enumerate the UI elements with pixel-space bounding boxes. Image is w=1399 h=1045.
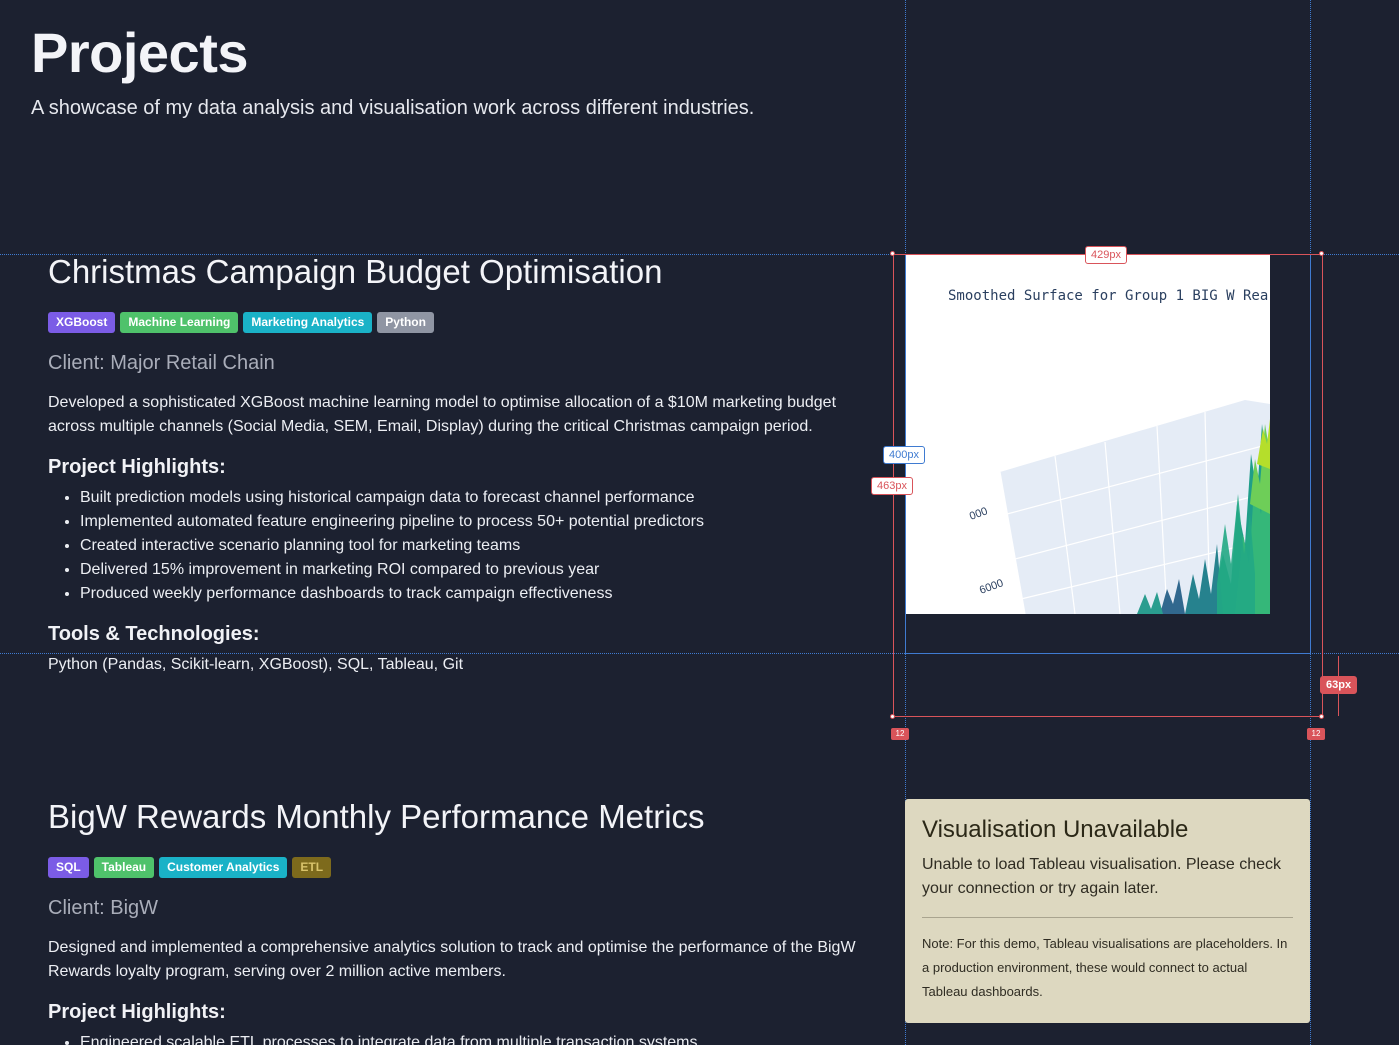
project-card-bigw-rewards: BigW Rewards Monthly Performance Metrics… [48, 797, 878, 1045]
unavailable-message: Unable to load Tableau visualisation. Pl… [922, 856, 1282, 897]
width-badge: 429px [1085, 246, 1127, 264]
tag-python: Python [377, 312, 434, 333]
highlights-list: Engineered scalable ETL processes to int… [48, 1031, 878, 1045]
tag-machine-learning: Machine Learning [120, 312, 239, 333]
inspect-margin-box [893, 254, 1323, 717]
project-client: Client: Major Retail Chain [48, 352, 275, 374]
tag-tableau: Tableau [93, 857, 155, 878]
tag-xgboost: XGBoost [48, 312, 116, 333]
list-item: Delivered 15% improvement in marketing R… [80, 558, 878, 582]
highlights-heading: Project Highlights: [48, 456, 226, 478]
height-badge: 400px [883, 446, 925, 464]
list-item: Implemented automated feature engineerin… [80, 510, 878, 534]
tag-customer-analytics: Customer Analytics [159, 857, 288, 878]
unavailable-heading: Visualisation Unavailable [922, 816, 1189, 843]
unavailable-note: Note: For this demo, Tableau visualisati… [922, 936, 1288, 999]
divider [922, 917, 1293, 918]
visualisation-unavailable-panel: Visualisation Unavailable Unable to load… [905, 799, 1310, 1023]
list-item: Produced weekly performance dashboards t… [80, 582, 878, 606]
tag-sql: SQL [48, 857, 89, 878]
margin-badge: 63px [1320, 676, 1358, 694]
project-description: Designed and implemented a comprehensive… [48, 939, 856, 980]
corner-badge: 12 [1307, 728, 1325, 740]
project-title: Christmas Campaign Budget Optimisation [48, 253, 663, 290]
highlights-list: Built prediction models using historical… [48, 486, 878, 606]
project-description: Developed a sophisticated XGBoost machin… [48, 394, 837, 435]
list-item: Engineered scalable ETL processes to int… [80, 1031, 878, 1045]
tag-marketing-analytics: Marketing Analytics [243, 312, 373, 333]
list-item: Built prediction models using historical… [80, 486, 878, 510]
corner-badge: 12 [891, 728, 909, 740]
tag-etl: ETL [292, 857, 332, 878]
inspect-handle [1319, 251, 1324, 256]
tag-list: SQL Tableau Customer Analytics ETL [48, 857, 878, 878]
project-card-christmas: Christmas Campaign Budget Optimisation X… [48, 252, 878, 677]
list-item: Created interactive scenario planning to… [80, 534, 878, 558]
height-badge: 463px [871, 477, 913, 495]
project-title: BigW Rewards Monthly Performance Metrics [48, 798, 705, 835]
page-title: Projects [31, 21, 249, 84]
tools-list: Python (Pandas, Scikit-learn, XGBoost), … [48, 656, 464, 673]
inspect-handle [890, 251, 895, 256]
tools-heading: Tools & Technologies: [48, 623, 260, 645]
highlights-heading: Project Highlights: [48, 1001, 226, 1023]
inspect-handle [890, 714, 895, 719]
page-subtitle: A showcase of my data analysis and visua… [31, 97, 755, 119]
inspect-handle [1319, 714, 1324, 719]
project-client: Client: BigW [48, 897, 159, 919]
tag-list: XGBoost Machine Learning Marketing Analy… [48, 312, 878, 333]
